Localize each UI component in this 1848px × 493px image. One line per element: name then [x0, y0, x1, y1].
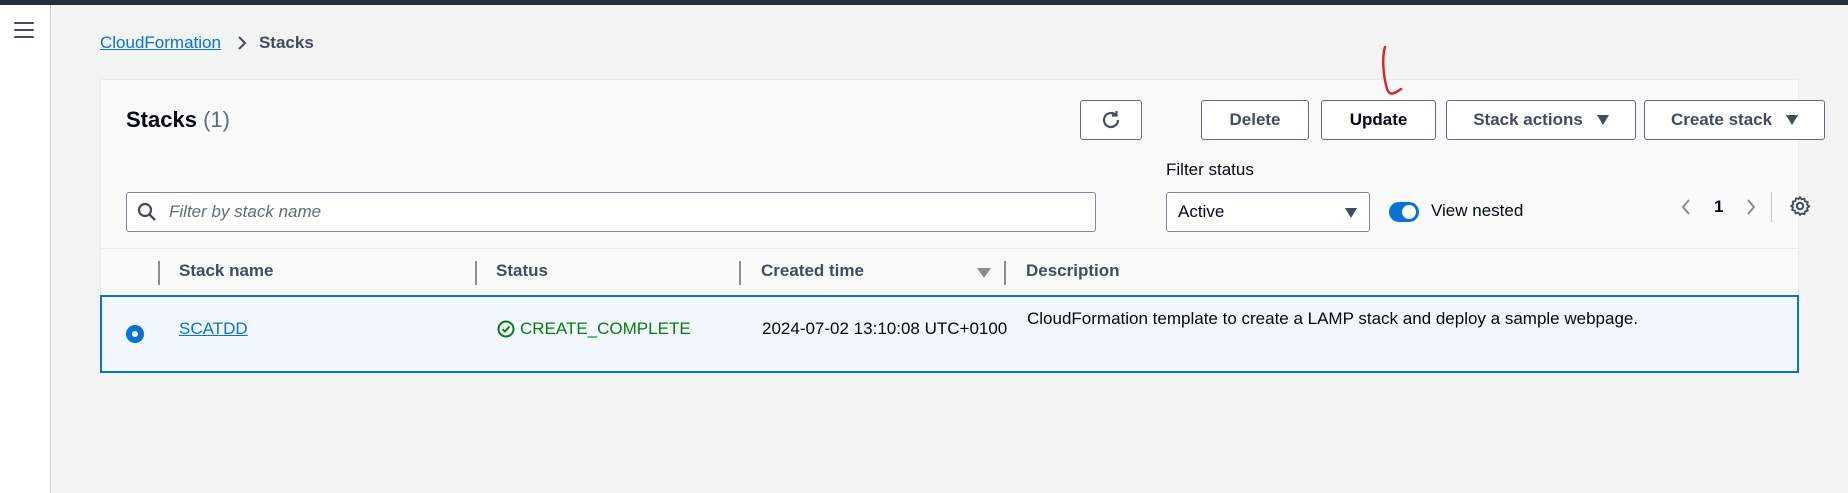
- breadcrumb-cloudformation-link[interactable]: CloudFormation: [100, 33, 221, 53]
- view-nested-label: View nested: [1431, 201, 1524, 220]
- menu-icon[interactable]: [14, 22, 34, 40]
- page-number[interactable]: 1: [1714, 197, 1723, 217]
- refresh-icon: [1102, 111, 1120, 129]
- settings-gear-icon[interactable]: [1789, 195, 1811, 217]
- search-icon: [137, 202, 156, 221]
- status-text: CREATE_COMPLETE: [520, 319, 691, 338]
- row-select-radio[interactable]: [126, 325, 144, 343]
- filter-status-label: Filter status: [1166, 160, 1254, 179]
- column-header-stack-name[interactable]: Stack name: [179, 261, 274, 281]
- status-badge: CREATE_COMPLETE: [497, 319, 691, 339]
- pagination: 1: [1678, 192, 1773, 222]
- main-content: CloudFormation Stacks Stacks (1) Delete …: [52, 5, 1848, 493]
- column-separator[interactable]: [1004, 261, 1006, 285]
- caret-down-icon: [1596, 115, 1609, 125]
- filter-status-value: Active: [1178, 202, 1225, 221]
- column-header-description[interactable]: Description: [1026, 261, 1120, 281]
- create-stack-label: Create stack: [1670, 110, 1773, 129]
- caret-down-icon: [1786, 115, 1799, 125]
- stacks-panel: Stacks (1) Delete Update Stack actions C…: [100, 79, 1825, 373]
- created-time: 2024-07-02 13:10:08 UTC+0100: [762, 319, 1008, 338]
- search-input[interactable]: [167, 201, 1095, 223]
- update-button-label: Update: [1349, 110, 1408, 129]
- panel-title-text: Stacks: [126, 107, 197, 132]
- chevron-left-icon[interactable]: [1678, 197, 1694, 217]
- column-separator: [158, 261, 160, 285]
- red-annotation-mark: [1382, 45, 1403, 95]
- chevron-right-icon: [238, 36, 247, 50]
- stack-name-link[interactable]: SCATDD: [179, 319, 248, 339]
- sort-descending-icon[interactable]: [977, 268, 991, 278]
- view-nested-toggle[interactable]: [1389, 202, 1419, 222]
- toggle-knob: [1402, 205, 1416, 219]
- delete-button[interactable]: Delete: [1201, 100, 1309, 140]
- refresh-button[interactable]: [1080, 100, 1142, 140]
- caret-down-icon: [1345, 208, 1357, 218]
- side-navigation: [0, 5, 51, 493]
- filter-status-select[interactable]: Active: [1166, 192, 1370, 232]
- stack-search-field[interactable]: [126, 192, 1096, 232]
- radio-dot: [132, 331, 138, 337]
- update-button[interactable]: Update: [1321, 100, 1436, 140]
- check-circle-icon: [497, 320, 515, 338]
- stack-actions-label: Stack actions: [1473, 110, 1583, 129]
- stack-actions-dropdown[interactable]: Stack actions: [1446, 100, 1636, 140]
- breadcrumb-current: Stacks: [258, 33, 314, 52]
- pagination-divider: [1771, 192, 1773, 222]
- create-stack-dropdown[interactable]: Create stack: [1644, 100, 1825, 140]
- column-header-created-time[interactable]: Created time: [761, 261, 864, 281]
- breadcrumb: CloudFormation Stacks: [100, 33, 314, 53]
- panel-title: Stacks (1): [126, 107, 230, 133]
- table-header: Stack name Status Created time Descripti…: [101, 248, 1798, 294]
- table-row[interactable]: SCATDD CREATE_COMPLETE 2024-07-02 13:10:…: [100, 295, 1799, 373]
- stack-description: CloudFormation template to create a LAMP…: [1027, 309, 1639, 328]
- delete-button-label: Delete: [1229, 110, 1281, 129]
- column-separator[interactable]: [475, 261, 477, 285]
- column-separator[interactable]: [739, 261, 741, 285]
- chevron-right-icon[interactable]: [1743, 197, 1759, 217]
- stack-count: (1): [203, 107, 230, 132]
- column-header-status[interactable]: Status: [496, 261, 548, 281]
